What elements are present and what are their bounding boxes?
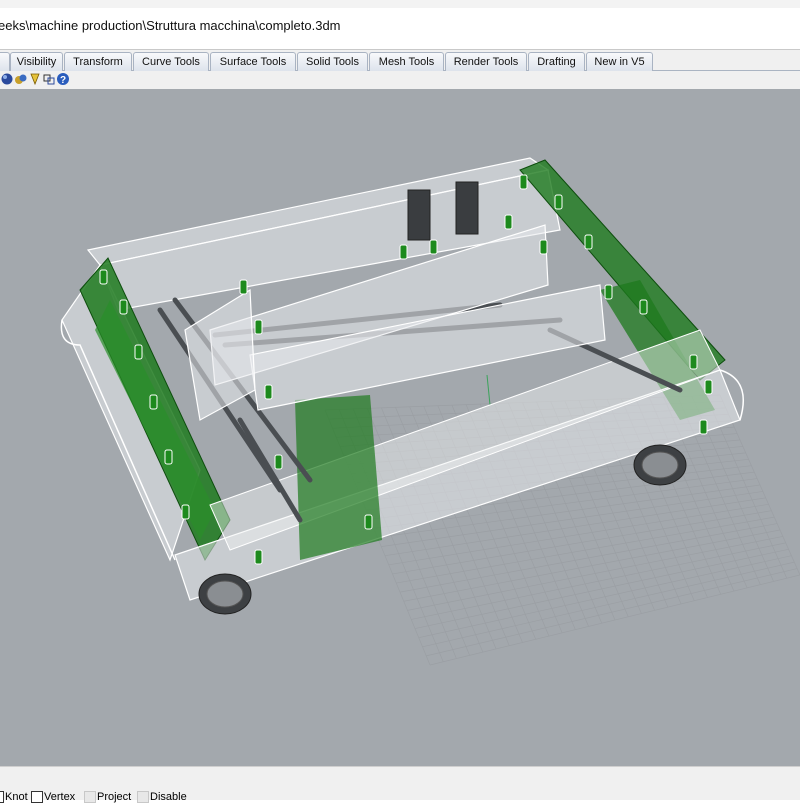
osnap-knot-label: Knot bbox=[5, 791, 28, 803]
bracket bbox=[504, 214, 513, 230]
file-path-bar: eeks\machine production\Struttura macchi… bbox=[0, 8, 800, 50]
osnap-project-label: Project bbox=[97, 791, 132, 803]
bracket bbox=[181, 504, 190, 520]
wheel-hub bbox=[641, 451, 679, 479]
status-bar: Knot Vertex Project Disable bbox=[0, 766, 800, 803]
bracket bbox=[604, 284, 613, 300]
svg-text:?: ? bbox=[60, 75, 66, 86]
bracket bbox=[274, 454, 283, 470]
tab-render-tools[interactable]: Render Tools bbox=[445, 52, 527, 71]
bracket bbox=[539, 239, 548, 255]
bracket bbox=[429, 239, 438, 255]
bracket bbox=[164, 449, 173, 465]
render-sphere-icon[interactable] bbox=[0, 72, 14, 86]
bracket bbox=[399, 244, 408, 260]
wheel-hub bbox=[206, 580, 244, 608]
grid-line bbox=[422, 561, 795, 648]
help-icon[interactable]: ? bbox=[56, 72, 70, 86]
machine-frame-model bbox=[60, 157, 744, 615]
bracket bbox=[519, 174, 528, 190]
bracket bbox=[254, 319, 263, 335]
grid-line bbox=[399, 523, 778, 593]
tab-new-in-v5[interactable]: New in V5 bbox=[586, 52, 653, 71]
tab-drafting[interactable]: Drafting bbox=[528, 52, 585, 71]
render-setup-icon[interactable] bbox=[42, 72, 56, 86]
tab-solid-tools[interactable]: Solid Tools bbox=[297, 52, 368, 71]
tab-curve-tools[interactable]: Curve Tools bbox=[133, 52, 209, 71]
bracket bbox=[149, 394, 158, 410]
bracket bbox=[134, 344, 143, 360]
tab-overflow-left[interactable] bbox=[0, 52, 10, 71]
grid-line bbox=[426, 568, 798, 657]
vertical-post-right bbox=[455, 181, 479, 235]
osnap-project[interactable]: Project bbox=[84, 791, 131, 803]
bracket bbox=[119, 299, 128, 315]
bracket bbox=[704, 379, 713, 395]
axis-line bbox=[486, 374, 491, 406]
osnap-disable[interactable]: Disable bbox=[137, 791, 187, 803]
knot-checkbox[interactable] bbox=[0, 791, 4, 803]
bracket bbox=[554, 194, 563, 210]
osnap-vertex-label: Vertex bbox=[44, 791, 76, 803]
toolbar-tab-strip: Visibility Transform Curve Tools Surface… bbox=[0, 50, 800, 71]
bracket bbox=[364, 514, 373, 530]
tab-visibility[interactable]: Visibility bbox=[10, 52, 63, 71]
gantry-side-panel bbox=[184, 288, 256, 421]
title-bar-remnant bbox=[0, 0, 800, 8]
bracket bbox=[254, 549, 263, 565]
bracket bbox=[689, 354, 698, 370]
bracket bbox=[699, 419, 708, 435]
file-path-text: eeks\machine production\Struttura macchi… bbox=[0, 18, 341, 33]
vertex-checkbox[interactable] bbox=[31, 791, 43, 803]
bracket bbox=[264, 384, 273, 400]
osnap-disable-label: Disable bbox=[150, 791, 187, 803]
command-icon-bar: ? bbox=[0, 71, 800, 89]
project-checkbox[interactable] bbox=[84, 791, 96, 803]
osnap-vertex[interactable]: Vertex bbox=[31, 791, 75, 803]
materials-icon[interactable] bbox=[14, 72, 28, 86]
bracket bbox=[99, 269, 108, 285]
light-icon[interactable] bbox=[28, 72, 42, 86]
tab-transform[interactable]: Transform bbox=[64, 52, 132, 71]
tab-surface-tools[interactable]: Surface Tools bbox=[210, 52, 296, 71]
osnap-knot[interactable]: Knot bbox=[0, 791, 28, 803]
tab-mesh-tools[interactable]: Mesh Tools bbox=[369, 52, 444, 71]
bracket bbox=[639, 299, 648, 315]
model-render bbox=[60, 157, 800, 666]
bracket bbox=[239, 279, 248, 295]
bracket bbox=[584, 234, 593, 250]
disable-checkbox[interactable] bbox=[137, 791, 149, 803]
perspective-viewport[interactable] bbox=[0, 89, 800, 766]
vertical-post-left bbox=[407, 189, 431, 241]
